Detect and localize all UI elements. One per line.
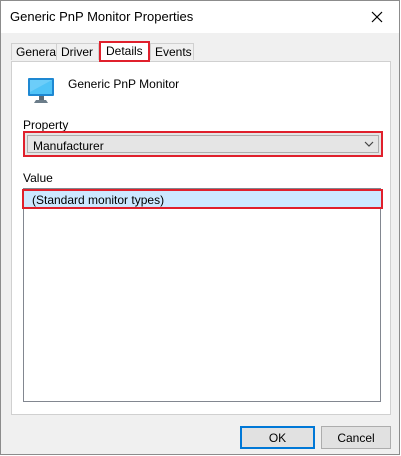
tab-events[interactable]: Events: [150, 43, 194, 60]
property-selected-value: Manufacturer: [33, 139, 104, 153]
ok-button[interactable]: OK: [240, 426, 315, 449]
tab-general[interactable]: General: [11, 43, 59, 60]
tab-driver[interactable]: Driver: [56, 43, 99, 60]
cancel-button[interactable]: Cancel: [321, 426, 391, 449]
property-dropdown-field: Manufacturer: [27, 135, 379, 153]
tab-details[interactable]: Details: [99, 41, 150, 62]
device-name: Generic PnP Monitor: [68, 77, 180, 91]
property-dropdown[interactable]: Manufacturer: [23, 131, 383, 157]
details-panel: Generic PnP Monitor Property Manufacture…: [11, 61, 391, 415]
property-label: Property: [23, 118, 69, 132]
list-item[interactable]: (Standard monitor types): [22, 189, 383, 209]
value-list[interactable]: (Standard monitor types): [22, 188, 383, 402]
title-bar: Generic PnP Monitor Properties: [1, 1, 399, 33]
dialog-title: Generic PnP Monitor Properties: [10, 9, 194, 24]
close-button[interactable]: [355, 1, 399, 33]
properties-dialog: Generic PnP Monitor Properties General D…: [0, 0, 400, 455]
chevron-down-icon: [364, 141, 374, 147]
tab-strip: General Driver Details Events: [11, 41, 391, 62]
value-item-text: (Standard monitor types): [32, 193, 165, 207]
value-label: Value: [23, 171, 53, 185]
close-icon: [371, 11, 383, 23]
monitor-icon: [28, 78, 54, 103]
